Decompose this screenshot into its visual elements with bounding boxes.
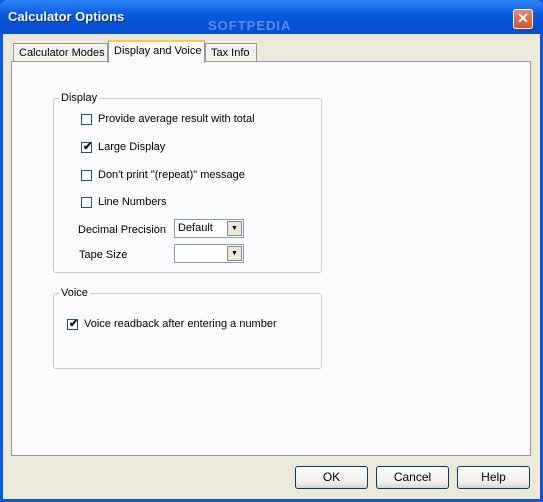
tab-label: Tax Info [211, 47, 250, 59]
help-button[interactable]: Help [457, 466, 530, 489]
ok-button[interactable]: OK [295, 466, 368, 489]
window-title: Calculator Options [8, 9, 125, 24]
title-bar[interactable]: Calculator Options SOFTPEDIA ✕ [0, 0, 543, 34]
close-icon: ✕ [517, 10, 529, 26]
tape-size-select[interactable]: ▼ [174, 244, 244, 263]
tab-display-and-voice[interactable]: Display and Voice [108, 40, 205, 63]
chevron-down-icon[interactable]: ▼ [227, 246, 242, 261]
checkmark-icon: ✔ [83, 141, 93, 153]
large-display-checkbox[interactable]: ✔ [81, 141, 93, 153]
decimal-precision-label: Decimal Precision [78, 224, 167, 236]
repeat-message-checkbox[interactable] [81, 170, 92, 181]
tab-label: Calculator Modes [19, 47, 105, 59]
line-numbers-label: Line Numbers [98, 196, 167, 208]
softpedia-watermark: SOFTPEDIA [208, 18, 292, 33]
chevron-down-icon[interactable]: ▼ [227, 221, 242, 236]
close-button[interactable]: ✕ [513, 9, 533, 29]
average-result-checkbox[interactable] [81, 114, 92, 125]
line-numbers-checkbox[interactable] [81, 197, 92, 208]
tab-tax-info[interactable]: Tax Info [205, 43, 257, 62]
cancel-button[interactable]: Cancel [376, 466, 449, 489]
voice-readback-checkbox[interactable]: ✔ [67, 318, 79, 330]
tab-label: Display and Voice [114, 45, 202, 57]
dialog-body: Calculator Modes Display and Voice Tax I… [3, 34, 540, 499]
calculator-options-window: Calculator Options SOFTPEDIA ✕ Calculato… [0, 0, 543, 502]
repeat-message-label: Don't print "(repeat)" message [98, 169, 245, 181]
display-and-voice-panel: Display Provide average result with tota… [11, 61, 531, 456]
decimal-precision-select[interactable]: Default ▼ [174, 219, 244, 238]
checkmark-icon: ✔ [69, 318, 79, 330]
display-group-legend: Display [61, 92, 98, 104]
tab-calculator-modes[interactable]: Calculator Modes [13, 43, 108, 62]
voice-group-legend: Voice [61, 287, 88, 299]
decimal-precision-value: Default [178, 222, 213, 234]
average-result-label: Provide average result with total [98, 113, 255, 125]
voice-readback-label: Voice readback after entering a number [84, 318, 277, 330]
large-display-label: Large Display [98, 141, 166, 153]
tape-size-label: Tape Size [79, 249, 128, 261]
